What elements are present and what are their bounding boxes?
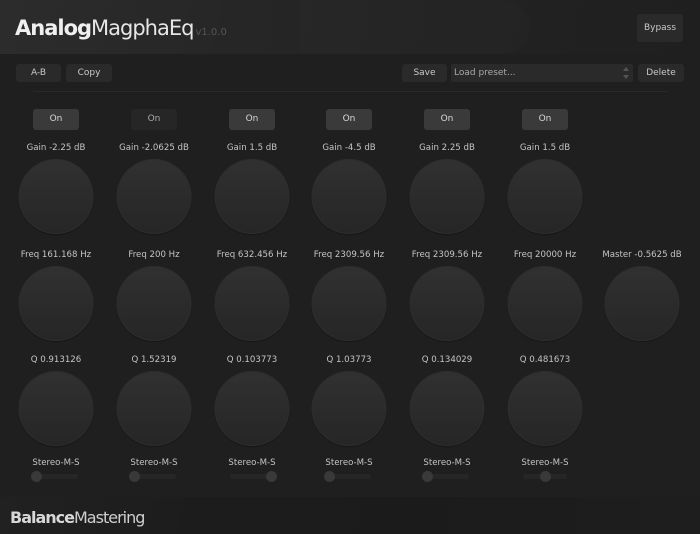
gain-knob[interactable] (116, 159, 192, 234)
band-4: On Gain -4.5 dB Freq 2309.56 Hz Q 1.0377… (300, 0, 398, 490)
slider-thumb[interactable] (324, 471, 335, 482)
q-knob[interactable] (116, 371, 192, 446)
band-2: On Gain -2.0625 dB Freq 200 Hz Q 1.52319… (105, 0, 203, 490)
band-on-button[interactable]: On (522, 109, 568, 130)
band-on-button[interactable]: On (424, 109, 470, 130)
vendor-logo: BalanceMastering (10, 508, 145, 527)
freq-knob[interactable] (116, 266, 192, 341)
gain-knob[interactable] (18, 159, 94, 234)
slider-thumb[interactable] (129, 471, 140, 482)
band-3: On Gain 1.5 dB Freq 632.456 Hz Q 0.10377… (203, 0, 301, 490)
freq-knob[interactable] (311, 266, 387, 341)
freq-knob[interactable] (214, 266, 290, 341)
stereo-ms-slider[interactable] (227, 471, 277, 482)
slider-thumb[interactable] (31, 471, 42, 482)
stereo-ms-slider[interactable] (31, 471, 81, 482)
freq-knob[interactable] (507, 266, 583, 341)
gain-knob[interactable] (409, 159, 485, 234)
vendor-brand-light: Mastering (74, 508, 145, 527)
band-on-button[interactable]: On (33, 109, 79, 130)
band-1: On Gain -2.25 dB Freq 161.168 Hz Q 0.913… (7, 0, 105, 490)
q-knob[interactable] (214, 371, 290, 446)
gain-knob[interactable] (311, 159, 387, 234)
gain-knob[interactable] (214, 159, 290, 234)
master-knob[interactable] (604, 266, 680, 341)
band-5: On Gain 2.25 dB Freq 2309.56 Hz Q 0.1340… (398, 0, 496, 490)
stereo-ms-slider[interactable] (129, 471, 179, 482)
master-column: Master -0.5625 dB (593, 0, 691, 490)
band-on-button[interactable]: On (131, 109, 177, 130)
band-on-button[interactable]: On (326, 109, 372, 130)
stereo-ms-slider[interactable] (520, 471, 570, 482)
slider-thumb[interactable] (422, 471, 433, 482)
freq-knob[interactable] (409, 266, 485, 341)
band-6: On Gain 1.5 dB Freq 20000 Hz Q 0.481673 … (496, 0, 594, 490)
vendor-brand-bold: Balance (10, 508, 75, 527)
q-knob[interactable] (507, 371, 583, 446)
slider-thumb[interactable] (266, 471, 277, 482)
q-knob[interactable] (18, 371, 94, 446)
stereo-ms-slider[interactable] (422, 471, 472, 482)
q-knob[interactable] (311, 371, 387, 446)
band-on-button[interactable]: On (229, 109, 275, 130)
master-label: Master -0.5625 dB (602, 250, 682, 260)
slider-thumb[interactable] (539, 471, 551, 482)
gain-knob[interactable] (507, 159, 583, 234)
stereo-ms-slider[interactable] (324, 471, 374, 482)
q-knob[interactable] (409, 371, 485, 446)
freq-knob[interactable] (18, 266, 94, 341)
